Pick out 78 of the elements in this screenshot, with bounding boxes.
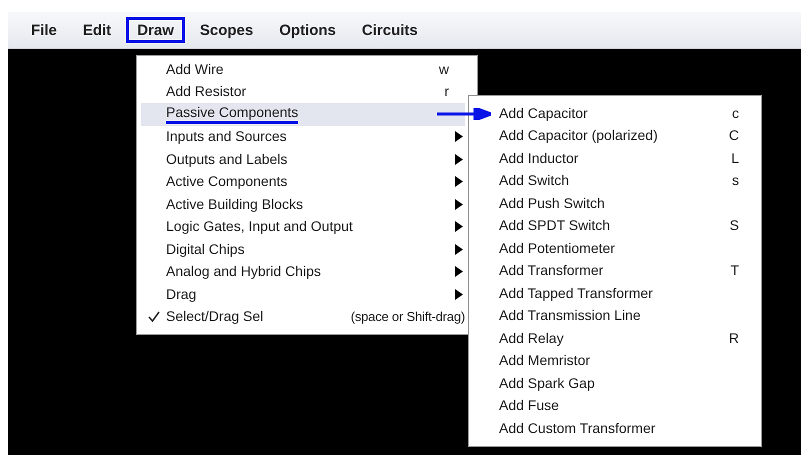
menu-item[interactable]: Inputs and Sources — [141, 126, 465, 148]
menu-item-label: Add Relay — [499, 328, 564, 348]
menu-item[interactable]: Add Potentiometer — [469, 237, 761, 260]
menu-item[interactable]: Add Switch s — [469, 170, 761, 192]
menu-item-label: Digital Chips — [166, 240, 245, 259]
menu-title[interactable]: File — [20, 17, 68, 43]
submenu-arrow-icon — [455, 131, 463, 142]
menu-item-label: Add Wire — [166, 60, 224, 79]
menu-item-label: Add Push Switch — [499, 194, 605, 213]
menu-item-label: Add Memristor — [499, 351, 590, 370]
menu-item-label: Add Resistor — [166, 82, 246, 102]
menu-item-label: Active Building Blocks — [166, 194, 303, 214]
menu-item[interactable]: Add Tapped Transformer — [469, 282, 761, 304]
menu-item-label: Drag — [166, 284, 196, 304]
menu-item-label: Analog and Hybrid Chips — [166, 262, 321, 282]
menu-item[interactable]: Digital Chips — [141, 238, 465, 260]
shortcut-hint: (space or Shift-drag) — [350, 308, 465, 326]
submenu-arrow-icon — [455, 176, 463, 188]
menu-item-label: Add Transmission Line — [499, 306, 641, 326]
shortcut-key: C — [728, 125, 739, 146]
menu-item[interactable]: Add Push Switch — [469, 192, 761, 214]
menu-title[interactable]: Options — [268, 17, 347, 43]
submenu-arrow-icon — [455, 198, 463, 210]
menu-item[interactable]: Active Components — [141, 170, 465, 193]
menu-item-label: Passive Components — [166, 104, 298, 124]
menu-item[interactable]: Add Resistor r — [141, 80, 465, 103]
menu-item[interactable]: Add Relay R — [469, 327, 761, 350]
menu-item[interactable]: Add Wire w — [141, 58, 465, 80]
shortcut-key: S — [730, 215, 739, 236]
menu-item[interactable]: Add Fuse — [469, 394, 761, 417]
menu-item-label: Select/Drag Sel — [166, 307, 264, 326]
menu-item-label: Add SPDT Switch — [499, 216, 610, 236]
menu-item-label: Add Potentiometer — [499, 238, 615, 258]
submenu-arrow-icon — [455, 221, 463, 232]
menu-item[interactable]: Select/Drag Sel (space or Shift-drag) — [141, 306, 465, 328]
menu-item[interactable]: Analog and Hybrid Chips — [141, 260, 465, 283]
shortcut-key: c — [732, 102, 739, 124]
menu-item-label: Add Spark Gap — [499, 374, 595, 393]
menu-title[interactable]: Draw — [126, 17, 185, 43]
shortcut-key: s — [732, 170, 739, 192]
menu-item-label: Inputs and Sources — [166, 127, 287, 146]
menu-item-label: Add Custom Transformer — [499, 418, 656, 438]
menu-item[interactable]: Add Inductor L — [469, 147, 761, 170]
menu-title[interactable]: Edit — [72, 17, 122, 43]
menu-item-label: Active Components — [166, 172, 288, 192]
menu-item-label: Add Transformer — [499, 261, 604, 280]
menu-item[interactable]: Active Building Blocks — [141, 193, 465, 216]
submenu-arrow-icon — [455, 244, 463, 255]
submenu-arrow-icon — [455, 266, 463, 278]
menu-item[interactable]: Passive Components — [141, 103, 465, 126]
menu-item-label: Outputs and Labels — [166, 150, 288, 169]
menu-item-label: Add Inductor — [499, 148, 578, 168]
menu-item[interactable]: Add SPDT Switch S — [469, 214, 761, 237]
menu-title[interactable]: Circuits — [350, 17, 429, 43]
menu-item[interactable]: Add Custom Transformer — [469, 417, 761, 440]
menu-item[interactable]: Logic Gates, Input and Output — [141, 216, 465, 238]
shortcut-key: T — [730, 260, 739, 282]
submenu-arrow-icon — [455, 288, 463, 300]
menu-item-label: Add Tapped Transformer — [499, 284, 653, 303]
menu-item-label: Add Fuse — [499, 396, 559, 416]
menu-item-label: Logic Gates, Input and Output — [166, 217, 353, 236]
menu-item[interactable]: Add Spark Gap — [469, 372, 761, 394]
shortcut-key: r — [444, 81, 465, 102]
shortcut-key: R — [728, 328, 739, 349]
menu-item-label: Add Switch — [499, 171, 570, 190]
menu-item[interactable]: Outputs and Labels — [141, 148, 465, 170]
menu-item[interactable]: Add Transmission Line — [469, 304, 761, 327]
menu-title[interactable]: Scopes — [188, 17, 264, 43]
menu-item[interactable]: Drag — [141, 283, 465, 306]
menu-item[interactable]: Add Transformer T — [469, 260, 761, 282]
menu-item[interactable]: Add Capacitor (polarized) C — [469, 124, 761, 147]
submenu-arrow-icon — [455, 154, 463, 165]
menu-item[interactable]: Add Memristor — [469, 350, 761, 372]
shortcut-key: L — [731, 148, 739, 169]
menu-item-label: Add Capacitor (polarized) — [499, 126, 658, 146]
shortcut-key: w — [438, 58, 465, 80]
menu-item-label: Add Capacitor — [499, 104, 588, 123]
pointer-arrow — [437, 108, 491, 120]
